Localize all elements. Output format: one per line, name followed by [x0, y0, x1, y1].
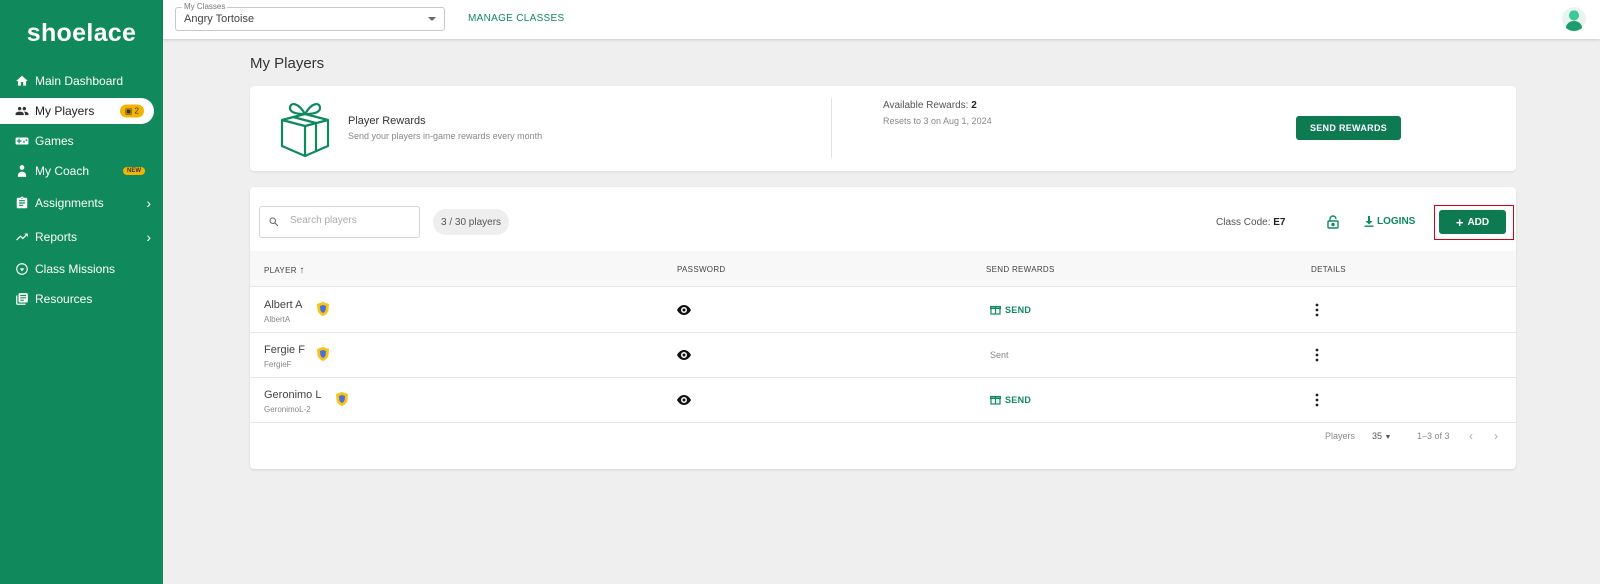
- sidebar-item-label: Games: [35, 134, 74, 148]
- search-icon: [269, 217, 279, 227]
- column-header-password: PASSWORD: [677, 265, 726, 274]
- column-header-player[interactable]: PLAYER ↑: [264, 265, 305, 276]
- top-bar: My Classes Angry Tortoise MANAGE CLASSES: [163, 0, 1600, 39]
- manage-classes-link[interactable]: MANAGE CLASSES: [468, 13, 564, 24]
- shield-badge-icon: [317, 347, 329, 361]
- mission-icon: [15, 262, 29, 276]
- sidebar-item-assignments[interactable]: Assignments ›: [0, 186, 163, 220]
- divider: [831, 98, 832, 158]
- more-vertical-icon[interactable]: [1315, 348, 1319, 362]
- sidebar-item-main-dashboard[interactable]: Main Dashboard: [0, 66, 163, 96]
- players-card: 3 / 30 players Class Code: E7 LOGINS +AD…: [250, 187, 1516, 469]
- lock-icon[interactable]: [1327, 215, 1339, 229]
- available-rewards-count: 2: [971, 100, 977, 111]
- rows-per-page-label: Players: [1325, 431, 1356, 441]
- column-header-details: DETAILS: [1311, 265, 1346, 274]
- class-code: Class Code: E7: [1216, 217, 1286, 228]
- avatar[interactable]: [1562, 7, 1586, 31]
- eye-icon[interactable]: [677, 350, 691, 360]
- sidebar: shoelace Main Dashboard My Players ▣ 2 Ga…: [0, 0, 163, 584]
- more-vertical-icon[interactable]: [1315, 303, 1319, 317]
- chevron-right-icon: ›: [146, 229, 151, 245]
- logins-button[interactable]: LOGINS: [1364, 216, 1415, 227]
- sidebar-item-label: Assignments: [35, 196, 104, 210]
- sidebar-item-resources[interactable]: Resources: [0, 284, 163, 314]
- rewards-badge: ▣ 2: [119, 104, 144, 118]
- shield-badge-icon: [317, 302, 329, 316]
- send-reward-button[interactable]: SEND: [990, 304, 1031, 315]
- sidebar-item-my-players[interactable]: My Players ▣ 2: [0, 98, 154, 124]
- sidebar-item-my-coach[interactable]: My Coach NEW: [0, 156, 163, 186]
- gift-icon: [990, 395, 1001, 405]
- new-badge: NEW: [123, 167, 145, 175]
- sidebar-item-games[interactable]: Games: [0, 126, 163, 156]
- search-input[interactable]: [290, 215, 410, 226]
- class-select-legend: My Classes: [182, 2, 228, 11]
- column-header-send-rewards: SEND REWARDS: [986, 265, 1055, 274]
- available-rewards: Available Rewards: 2: [883, 100, 977, 111]
- player-username: FergieF: [264, 360, 292, 369]
- plus-icon: +: [1455, 214, 1464, 230]
- player-rewards-card: Player Rewards Send your players in-game…: [250, 86, 1516, 171]
- rewards-title: Player Rewards: [348, 115, 426, 127]
- shield-badge-icon: [336, 392, 348, 406]
- player-count-chip: 3 / 30 players: [433, 209, 510, 235]
- chevron-right-icon: ›: [146, 195, 151, 211]
- rewards-reset-note: Resets to 3 on Aug 1, 2024: [883, 116, 992, 126]
- previous-page-icon[interactable]: ‹: [1469, 429, 1473, 443]
- class-select[interactable]: My Classes Angry Tortoise: [175, 2, 445, 31]
- add-player-button[interactable]: + ADD: [1439, 210, 1506, 234]
- sidebar-nav: Main Dashboard My Players ▣ 2 Games My Co…: [0, 66, 163, 314]
- sidebar-item-label: Resources: [35, 292, 93, 306]
- table-row: Albert A AlbertA SEND: [250, 288, 1516, 333]
- send-rewards-button[interactable]: SEND REWARDS: [1296, 116, 1401, 140]
- player-username: AlbertA: [264, 315, 291, 324]
- sidebar-item-label: My Players: [35, 104, 95, 118]
- player-name: Geronimo L: [264, 389, 322, 401]
- add-button-highlight: + ADD: [1434, 205, 1514, 240]
- page-title: My Players: [250, 55, 325, 72]
- sidebar-item-label: Class Missions: [35, 262, 116, 276]
- caret-down-icon: [428, 17, 436, 21]
- clipboard-icon: [15, 196, 29, 210]
- sidebar-item-label: Main Dashboard: [35, 74, 124, 88]
- rewards-subtitle: Send your players in-game rewards every …: [348, 131, 543, 141]
- download-icon: [1364, 216, 1374, 227]
- sidebar-item-label: My Coach: [35, 164, 90, 178]
- class-code-value: E7: [1273, 217, 1286, 228]
- player-name: Albert A: [264, 299, 303, 311]
- eye-icon[interactable]: [677, 305, 691, 315]
- trend-icon: [15, 230, 29, 244]
- table-header: PLAYER ↑ PASSWORD SEND REWARDS DETAILS: [250, 251, 1516, 287]
- player-name: Fergie F: [264, 344, 305, 356]
- reward-sent-status: Sent: [990, 350, 1009, 360]
- gift-icon: [990, 305, 1001, 315]
- shoelace-logo[interactable]: shoelace: [0, 0, 163, 66]
- pagination-range: 1–3 of 3: [1417, 431, 1450, 441]
- send-reward-button[interactable]: SEND: [990, 394, 1031, 405]
- sort-arrow-up-icon: ↑: [299, 265, 305, 276]
- coach-icon: [15, 164, 29, 178]
- next-page-icon[interactable]: ›: [1494, 429, 1498, 443]
- gift-icon: [280, 103, 330, 158]
- people-icon: [15, 104, 29, 118]
- sidebar-item-label: Reports: [35, 230, 78, 244]
- player-username: GeronimoL-2: [264, 405, 311, 414]
- sidebar-item-class-missions[interactable]: Class Missions: [0, 254, 163, 284]
- home-icon: [15, 74, 29, 88]
- library-icon: [15, 292, 29, 306]
- eye-icon[interactable]: [677, 395, 691, 405]
- more-vertical-icon[interactable]: [1315, 393, 1319, 407]
- search-box: [259, 206, 420, 238]
- caret-down-icon: ▼: [1384, 434, 1392, 441]
- rows-per-page-select[interactable]: 35 ▼: [1372, 431, 1391, 441]
- table-row: Geronimo L GeronimoL-2 SEND: [250, 378, 1516, 423]
- gift-icon: ▣: [124, 106, 133, 116]
- class-select-value: Angry Tortoise: [184, 13, 255, 25]
- gamepad-icon: [15, 134, 29, 148]
- sidebar-item-reports[interactable]: Reports ›: [0, 220, 163, 254]
- table-row: Fergie F FergieF Sent: [250, 333, 1516, 378]
